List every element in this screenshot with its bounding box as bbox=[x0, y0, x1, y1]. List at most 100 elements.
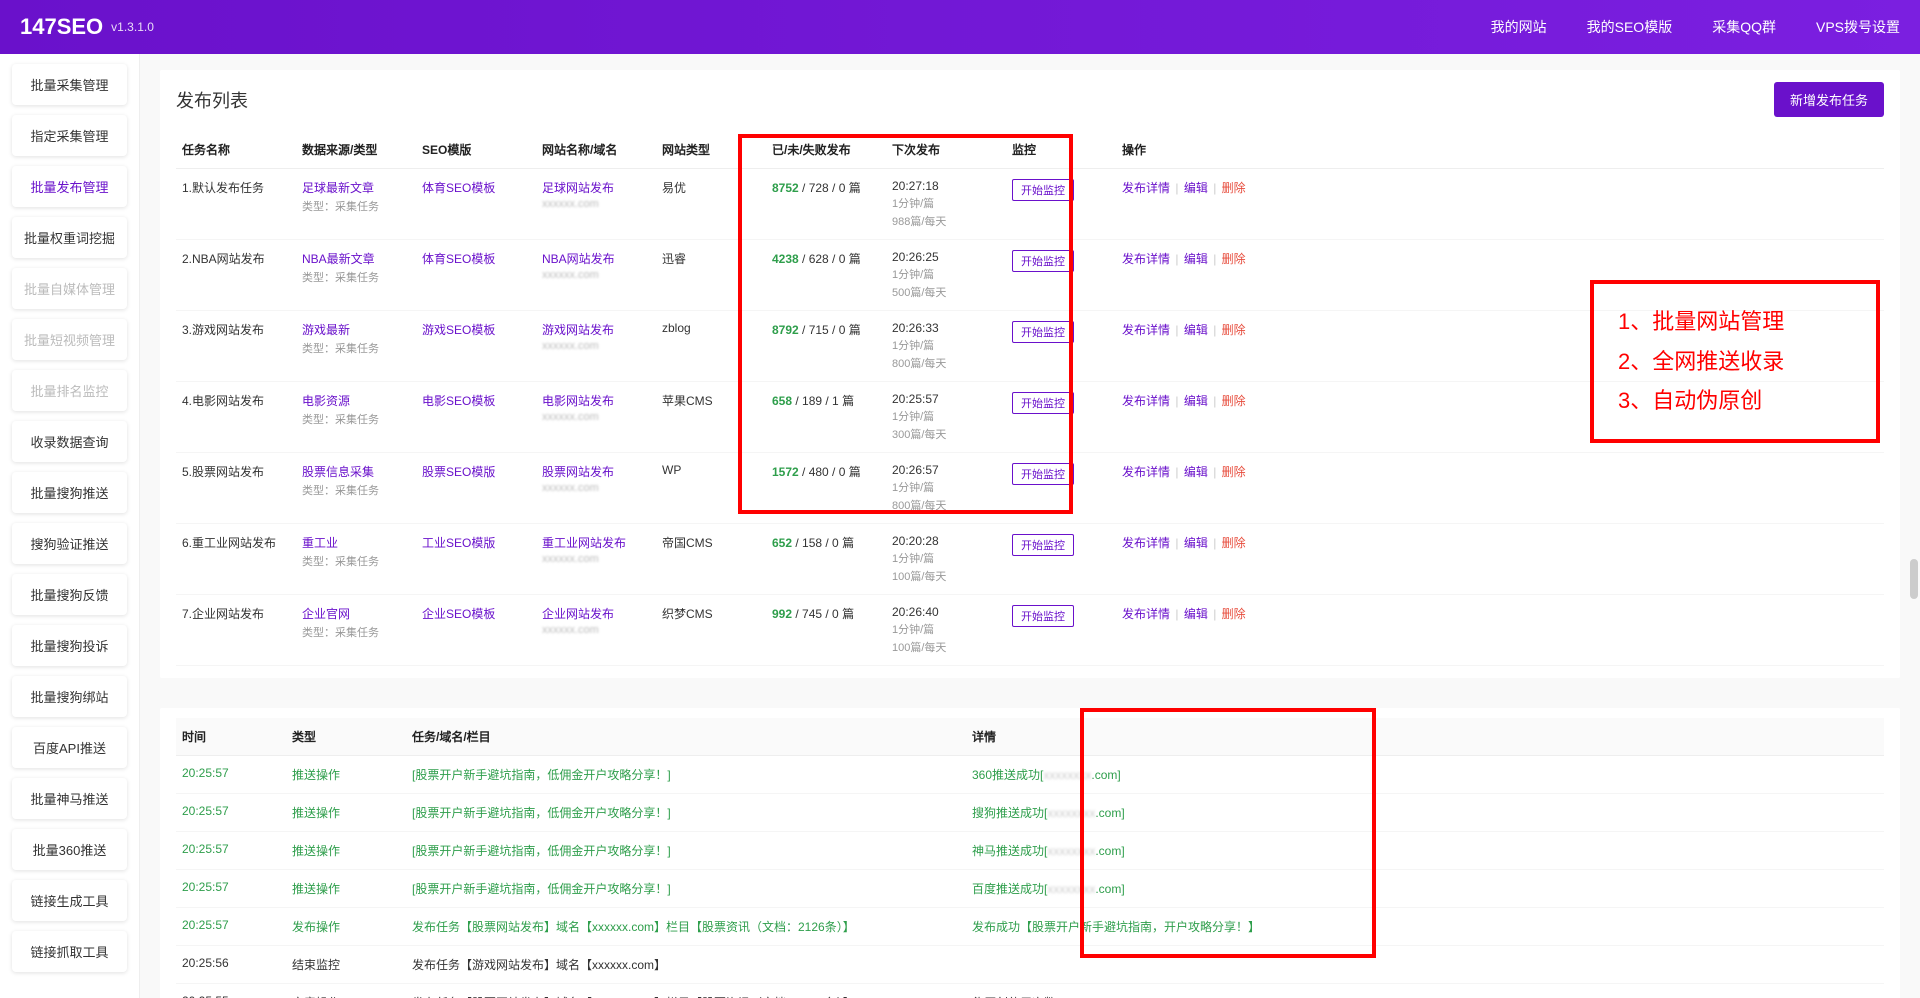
source-link[interactable]: 游戏最新 bbox=[302, 323, 350, 337]
nav-my-sites[interactable]: 我的网站 bbox=[1491, 17, 1547, 37]
nav-seo-templates[interactable]: 我的SEO模版 bbox=[1587, 17, 1673, 37]
op-edit[interactable]: 编辑 bbox=[1184, 181, 1208, 195]
source-link[interactable]: 重工业 bbox=[302, 536, 338, 550]
log-type: 推送操作 bbox=[286, 794, 406, 832]
log-time: 20:25:56 bbox=[176, 946, 286, 984]
log-time: 20:25:57 bbox=[176, 870, 286, 908]
log-task: [股票开户新手避坑指南，低佣金开户攻略分享！] bbox=[406, 794, 966, 832]
monitor-button[interactable]: 开始监控 bbox=[1012, 392, 1074, 414]
nav-qq-group[interactable]: 采集QQ群 bbox=[1712, 17, 1776, 37]
page-title: 发布列表 bbox=[176, 87, 248, 113]
log-type: 推送操作 bbox=[286, 756, 406, 794]
template-link[interactable]: 体育SEO模板 bbox=[422, 181, 495, 195]
template-link[interactable]: 股票SEO模版 bbox=[422, 465, 495, 479]
source-link[interactable]: 电影资源 bbox=[302, 394, 350, 408]
op-edit[interactable]: 编辑 bbox=[1184, 394, 1208, 408]
sidebar-item-6: 批量排名监控 bbox=[12, 370, 127, 411]
log-col-2: 任务/域名/栏目 bbox=[406, 718, 966, 756]
template-link[interactable]: 体育SEO模板 bbox=[422, 252, 495, 266]
sidebar-item-1[interactable]: 指定采集管理 bbox=[12, 115, 127, 156]
source-link[interactable]: 股票信息采集 bbox=[302, 465, 374, 479]
add-task-button[interactable]: 新增发布任务 bbox=[1774, 82, 1884, 117]
log-type: 文章操作 bbox=[286, 984, 406, 998]
sidebar-item-11[interactable]: 批量搜狗投诉 bbox=[12, 625, 127, 666]
op-detail[interactable]: 发布详情 bbox=[1122, 465, 1170, 479]
next-publish: 20:26:571分钟/篇800篇/每天 bbox=[886, 453, 1006, 524]
log-detail: 发布成功【股票开户新手避坑指南，开户攻略分享！】 bbox=[966, 908, 1884, 946]
log-row: 20:25:57发布操作发布任务【股票网站发布】域名【xxxxxx.com】栏目… bbox=[176, 908, 1884, 946]
op-edit[interactable]: 编辑 bbox=[1184, 607, 1208, 621]
task-name: 3.游戏网站发布 bbox=[176, 311, 296, 382]
sidebar-item-0[interactable]: 批量采集管理 bbox=[12, 64, 127, 105]
site-link[interactable]: 足球网站发布 bbox=[542, 181, 614, 195]
col-header-0: 任务名称 bbox=[176, 131, 296, 169]
sidebar-item-3[interactable]: 批量权重词挖掘 bbox=[12, 217, 127, 258]
template-link[interactable]: 工业SEO模版 bbox=[422, 536, 495, 550]
publish-stats: 652 / 158 / 0 篇 bbox=[766, 524, 886, 595]
sidebar-item-5: 批量短视频管理 bbox=[12, 319, 127, 360]
sidebar-item-16[interactable]: 链接生成工具 bbox=[12, 880, 127, 921]
scrollbar[interactable] bbox=[1910, 559, 1918, 599]
op-detail[interactable]: 发布详情 bbox=[1122, 323, 1170, 337]
site-link[interactable]: 股票网站发布 bbox=[542, 465, 614, 479]
app-logo: 147SEO bbox=[20, 14, 103, 40]
monitor-button[interactable]: 开始监控 bbox=[1012, 605, 1074, 627]
site-link[interactable]: NBA网站发布 bbox=[542, 252, 615, 266]
op-delete[interactable]: 删除 bbox=[1222, 181, 1246, 195]
op-edit[interactable]: 编辑 bbox=[1184, 252, 1208, 266]
monitor-button[interactable]: 开始监控 bbox=[1012, 463, 1074, 485]
source-link[interactable]: NBA最新文章 bbox=[302, 252, 375, 266]
site-link[interactable]: 游戏网站发布 bbox=[542, 323, 614, 337]
site-type: zblog bbox=[656, 311, 766, 382]
op-detail[interactable]: 发布详情 bbox=[1122, 181, 1170, 195]
log-type: 推送操作 bbox=[286, 832, 406, 870]
op-edit[interactable]: 编辑 bbox=[1184, 323, 1208, 337]
monitor-button[interactable]: 开始监控 bbox=[1012, 534, 1074, 556]
sidebar-item-17[interactable]: 链接抓取工具 bbox=[12, 931, 127, 972]
sidebar-item-2[interactable]: 批量发布管理 bbox=[12, 166, 127, 207]
op-delete[interactable]: 删除 bbox=[1222, 465, 1246, 479]
sidebar-item-7[interactable]: 收录数据查询 bbox=[12, 421, 127, 462]
sidebar-item-8[interactable]: 批量搜狗推送 bbox=[12, 472, 127, 513]
monitor-button[interactable]: 开始监控 bbox=[1012, 321, 1074, 343]
site-type: 易优 bbox=[656, 169, 766, 240]
op-delete[interactable]: 删除 bbox=[1222, 323, 1246, 337]
main-content: 发布列表 新增发布任务 任务名称数据来源/类型SEO模版网站名称/域名网站类型已… bbox=[140, 54, 1920, 998]
publish-stats: 8752 / 728 / 0 篇 bbox=[766, 169, 886, 240]
op-delete[interactable]: 删除 bbox=[1222, 536, 1246, 550]
log-time: 20:25:55 bbox=[176, 984, 286, 998]
site-type: WP bbox=[656, 453, 766, 524]
task-name: 4.电影网站发布 bbox=[176, 382, 296, 453]
site-link[interactable]: 企业网站发布 bbox=[542, 607, 614, 621]
source-link[interactable]: 企业官网 bbox=[302, 607, 350, 621]
op-delete[interactable]: 删除 bbox=[1222, 394, 1246, 408]
sidebar-item-13[interactable]: 百度API推送 bbox=[12, 727, 127, 768]
op-edit[interactable]: 编辑 bbox=[1184, 465, 1208, 479]
log-row: 20:25:56结束监控发布任务【游戏网站发布】域名【xxxxxx.com】 bbox=[176, 946, 1884, 984]
sidebar-item-15[interactable]: 批量360推送 bbox=[12, 829, 127, 870]
op-detail[interactable]: 发布详情 bbox=[1122, 536, 1170, 550]
table-row: 5.股票网站发布股票信息采集类型：采集任务股票SEO模版股票网站发布xxxxxx… bbox=[176, 453, 1884, 524]
site-link[interactable]: 电影网站发布 bbox=[542, 394, 614, 408]
sidebar-item-9[interactable]: 搜狗验证推送 bbox=[12, 523, 127, 564]
monitor-button[interactable]: 开始监控 bbox=[1012, 250, 1074, 272]
sidebar-item-12[interactable]: 批量搜狗绑站 bbox=[12, 676, 127, 717]
template-link[interactable]: 游戏SEO模板 bbox=[422, 323, 495, 337]
op-delete[interactable]: 删除 bbox=[1222, 252, 1246, 266]
monitor-button[interactable]: 开始监控 bbox=[1012, 179, 1074, 201]
sidebar-item-14[interactable]: 批量神马推送 bbox=[12, 778, 127, 819]
source-link[interactable]: 足球最新文章 bbox=[302, 181, 374, 195]
sidebar-item-10[interactable]: 批量搜狗反馈 bbox=[12, 574, 127, 615]
log-task: 发布任务【股票网站发布】域名【xxxxxx.com】栏目【股票资讯（文档：212… bbox=[406, 984, 966, 998]
op-detail[interactable]: 发布详情 bbox=[1122, 607, 1170, 621]
template-link[interactable]: 企业SEO模板 bbox=[422, 607, 495, 621]
log-task: [股票开户新手避坑指南，低佣金开户攻略分享！] bbox=[406, 870, 966, 908]
template-link[interactable]: 电影SEO模板 bbox=[422, 394, 495, 408]
op-detail[interactable]: 发布详情 bbox=[1122, 394, 1170, 408]
nav-vps-dial[interactable]: VPS拨号设置 bbox=[1816, 17, 1900, 37]
log-row: 20:25:57推送操作[股票开户新手避坑指南，低佣金开户攻略分享！]百度推送成… bbox=[176, 870, 1884, 908]
op-delete[interactable]: 删除 bbox=[1222, 607, 1246, 621]
op-edit[interactable]: 编辑 bbox=[1184, 536, 1208, 550]
site-link[interactable]: 重工业网站发布 bbox=[542, 536, 626, 550]
op-detail[interactable]: 发布详情 bbox=[1122, 252, 1170, 266]
